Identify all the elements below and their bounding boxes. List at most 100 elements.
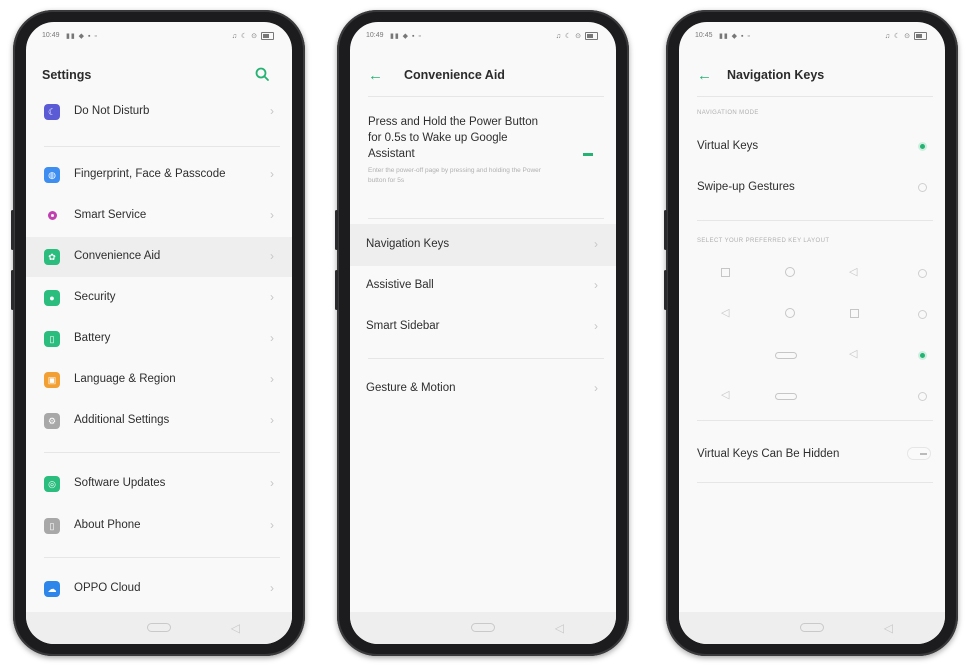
home-pill-icon <box>775 393 797 400</box>
info-icon: ▯ <box>44 518 60 534</box>
back-key-icon: ◁ <box>721 389 730 401</box>
option-swipe-up-gestures[interactable]: Swipe-up Gestures <box>679 173 945 203</box>
radio-selected[interactable] <box>918 351 927 360</box>
divider <box>697 482 933 483</box>
status-icons: ♫ ☾ ⊙ <box>556 32 598 41</box>
divider <box>44 146 280 147</box>
status-bar: 10:45 ▮▮ ◆ ▪ ▫ ♫ ☾ ⊙ <box>679 22 945 52</box>
home-key-icon <box>785 308 795 318</box>
power-button-setting[interactable]: Press and Hold the Power Button for 0.5s… <box>368 114 543 186</box>
status-time: 10:49 <box>42 32 60 39</box>
key-layout-option-2[interactable]: ◁ <box>679 303 945 327</box>
radio-selected[interactable] <box>918 142 927 151</box>
settings-item-oppo-cloud[interactable]: ☁ OPPO Cloud › <box>26 569 292 609</box>
settings-item-about-phone[interactable]: ▯ About Phone › <box>26 506 292 546</box>
navigation-keys-screen: 10:45 ▮▮ ◆ ▪ ▫ ♫ ☾ ⊙ ← Navigation Keys N… <box>679 22 945 644</box>
back-key-icon[interactable]: ◁ <box>884 621 893 635</box>
divider <box>44 557 280 558</box>
chevron-right-icon: › <box>270 167 274 181</box>
option-virtual-keys[interactable]: Virtual Keys <box>679 132 945 162</box>
cloud-icon: ☁ <box>44 581 60 597</box>
back-key-icon[interactable]: ◁ <box>231 621 240 635</box>
radio-unselected[interactable] <box>918 183 927 192</box>
hidden-keys-toggle[interactable] <box>907 447 931 460</box>
item-label: Fingerprint, Face & Passcode <box>74 168 226 180</box>
page-title: Convenience Aid <box>404 68 505 82</box>
status-bar: 10:49 ▮▮ ◆ ▪ ▫ ♫ ☾ ⊙ <box>350 22 616 52</box>
option-label: Virtual Keys <box>697 140 759 152</box>
back-arrow-icon[interactable]: ← <box>368 67 383 84</box>
back-key-icon: ◁ <box>849 266 858 278</box>
item-label: Additional Settings <box>74 414 170 426</box>
settings-item-battery[interactable]: ▯ Battery › <box>26 319 292 359</box>
phone-navigation-keys: 10:45 ▮▮ ◆ ▪ ▫ ♫ ☾ ⊙ ← Navigation Keys N… <box>664 10 958 656</box>
back-key-icon[interactable]: ◁ <box>555 621 564 635</box>
key-layout-header: SELECT YOUR PREFERRED KEY LAYOUT <box>697 238 830 244</box>
shield-icon: ● <box>44 290 60 306</box>
status-time: 10:45 <box>695 32 713 39</box>
item-smart-sidebar[interactable]: Smart Sidebar › <box>350 307 616 347</box>
page-title: Navigation Keys <box>727 68 825 82</box>
key-layout-option-3[interactable]: ◁ <box>679 344 945 368</box>
convenience-header: ← Convenience Aid <box>350 62 616 88</box>
smart-service-icon <box>44 208 60 224</box>
settings-item-fingerprint[interactable]: ◍ Fingerprint, Face & Passcode › <box>26 155 292 195</box>
settings-item-software-updates[interactable]: ◎ Software Updates › <box>26 464 292 504</box>
chevron-right-icon: › <box>270 208 274 222</box>
settings-item-convenience-aid[interactable]: ✿ Convenience Aid › <box>26 237 292 277</box>
option-label: Swipe-up Gestures <box>697 181 795 193</box>
convenience-aid-screen: 10:49 ▮▮ ◆ ▪ ▫ ♫ ☾ ⊙ ← Convenience Aid P… <box>350 22 616 644</box>
moon-icon: ☾ <box>44 104 60 120</box>
navigation-keys-header: ← Navigation Keys <box>679 62 945 88</box>
chevron-right-icon: › <box>270 290 274 304</box>
signal-icon: ▮▮ ◆ ▪ ▫ <box>66 33 98 40</box>
radio-unselected[interactable] <box>918 310 927 319</box>
item-navigation-keys[interactable]: Navigation Keys › <box>350 224 616 266</box>
settings-item-security[interactable]: ● Security › <box>26 278 292 318</box>
key-layout-option-4[interactable]: ◁ <box>679 385 945 409</box>
settings-item-smart-service[interactable]: Smart Service › <box>26 196 292 236</box>
settings-item-do-not-disturb[interactable]: ☾ Do Not Disturb › <box>26 92 292 132</box>
recents-key-icon <box>850 309 859 318</box>
nav-bar: ◁ <box>679 612 945 644</box>
divider <box>368 96 604 97</box>
power-button-description: Enter the power-off page by pressing and… <box>368 167 541 184</box>
settings-header: Settings <box>26 62 292 88</box>
radio-unselected[interactable] <box>918 269 927 278</box>
home-key[interactable] <box>800 623 824 632</box>
radio-unselected[interactable] <box>918 392 927 401</box>
signal-icon: ▮▮ ◆ ▪ ▫ <box>719 33 751 40</box>
phone-convenience-aid: 10:49 ▮▮ ◆ ▪ ▫ ♫ ☾ ⊙ ← Convenience Aid P… <box>335 10 629 656</box>
home-key[interactable] <box>471 623 495 632</box>
settings-item-language[interactable]: ▣ Language & Region › <box>26 360 292 400</box>
chevron-right-icon: › <box>594 237 598 251</box>
chevron-right-icon: › <box>594 319 598 333</box>
setting-label: Virtual Keys Can Be Hidden <box>697 448 840 460</box>
status-time: 10:49 <box>366 32 384 39</box>
item-gesture-motion[interactable]: Gesture & Motion › <box>350 369 616 409</box>
key-layout-option-1[interactable]: ◁ <box>679 262 945 286</box>
battery-icon: ▯ <box>44 331 60 347</box>
settings-item-additional[interactable]: ⚙ Additional Settings › <box>26 401 292 441</box>
battery-status-icon <box>914 32 927 41</box>
recents-key-icon <box>721 268 730 277</box>
home-key[interactable] <box>147 623 171 632</box>
update-icon: ◎ <box>44 476 60 492</box>
chevron-right-icon: › <box>270 413 274 427</box>
back-key-icon: ◁ <box>849 348 858 360</box>
power-button-toggle[interactable] <box>579 148 599 161</box>
item-label: Convenience Aid <box>74 250 161 262</box>
phone-settings: 10:49 ▮▮ ◆ ▪ ▫ ♫ ☾ ⊙ Settings ☾ Do Not D… <box>11 10 305 656</box>
search-icon[interactable] <box>254 66 270 82</box>
divider <box>368 358 604 359</box>
back-key-icon: ◁ <box>721 307 730 319</box>
item-assistive-ball[interactable]: Assistive Ball › <box>350 266 616 306</box>
item-label: Gesture & Motion <box>366 382 456 394</box>
power-button-title: Press and Hold the Power Button for 0.5s… <box>368 116 539 160</box>
back-arrow-icon[interactable]: ← <box>697 67 712 84</box>
home-pill-icon <box>775 352 797 359</box>
item-label: Navigation Keys <box>366 238 450 250</box>
chevron-right-icon: › <box>594 278 598 292</box>
divider <box>697 220 933 221</box>
setting-virtual-keys-hidden[interactable]: Virtual Keys Can Be Hidden <box>679 440 945 470</box>
